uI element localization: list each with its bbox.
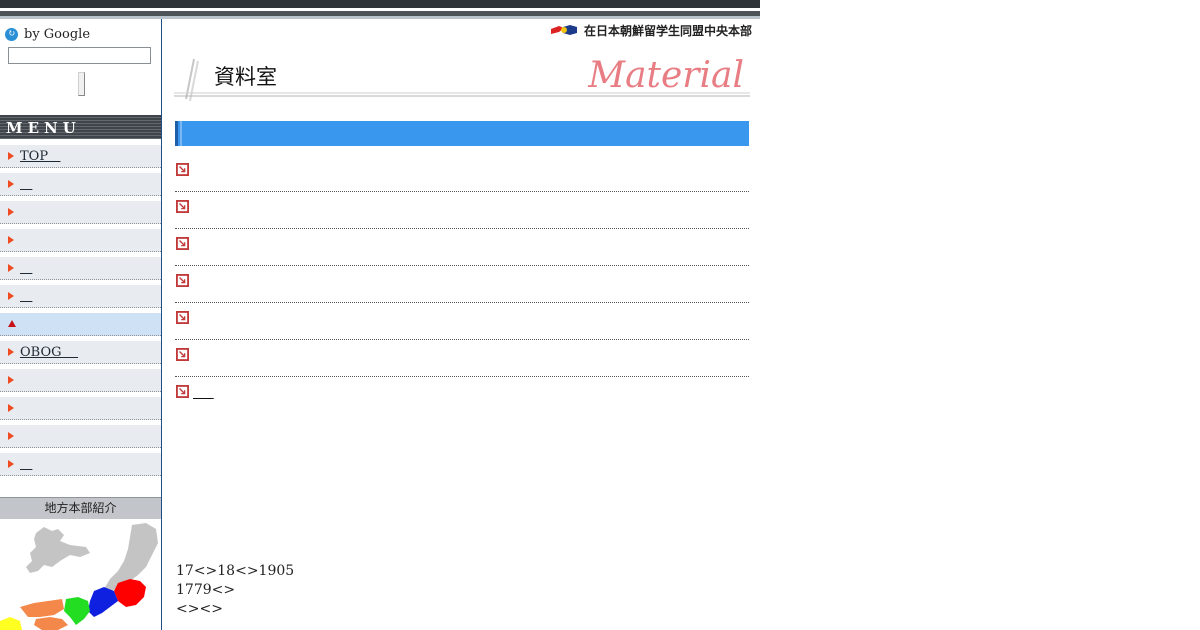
menu-item-label[interactable] [20,177,32,192]
google-icon: ↻ [5,27,18,41]
menu-item[interactable] [0,173,161,196]
org-logo-icon [551,25,577,35]
top-bar-stripe [0,0,760,8]
org-name: 在日本朝鮮留学生同盟中央本部 [584,23,753,38]
document-item[interactable] [175,266,749,303]
search-label: by Google [24,26,91,42]
map-region-hokkaido [26,527,90,573]
menu-item[interactable] [0,201,161,224]
arrow-right-icon [8,180,14,188]
arrow-right-icon [8,208,14,216]
map-region-chugoku [20,599,64,617]
menu-item[interactable] [0,453,161,476]
menu-item[interactable] [0,285,161,308]
document-item[interactable] [175,155,749,192]
page-title: 資料室 [214,65,277,89]
menu-item[interactable] [0,229,161,252]
link-arrow-icon [176,385,189,398]
map-region-shikoku [34,617,68,630]
menu-item-label[interactable] [20,289,32,304]
menu-item[interactable] [0,397,161,420]
arrow-right-icon [8,404,14,412]
footer-line: <><> [176,601,223,617]
menu-item-top[interactable]: TOP [0,145,161,168]
arrow-right-icon [8,348,14,356]
document-list [175,155,749,414]
menu-header: MENU [0,115,161,139]
link-arrow-icon [176,311,189,324]
menu-item[interactable] [0,369,161,392]
menu-item[interactable] [0,257,161,280]
map-region-kanto [114,579,146,607]
menu-item[interactable] [0,425,161,448]
arrow-right-icon [8,432,14,440]
map-region-chubu [88,587,118,617]
search-label-row: ↻ by Google [5,26,90,42]
menu-item-label[interactable]: OBOG [20,345,78,360]
document-item-label[interactable] [193,386,214,401]
link-arrow-icon [176,274,189,287]
arrow-right-icon [8,292,14,300]
left-sidebar: ↻ by Google MENU TOP OBOG 地方本部紹介 [0,19,162,630]
menu-header-label: MENU [6,119,81,137]
menu-item-active[interactable] [0,313,161,336]
arrow-right-icon [8,460,14,468]
regional-header: 地方本部紹介 [0,497,161,519]
footer-line: 1779<> [176,582,236,598]
footer-text: 17<>18<>1905 1779<> <><> [176,562,294,619]
document-item[interactable] [175,377,749,414]
page-title-bar: 資料室 Material [172,55,752,103]
page-title-en: Material [588,55,744,96]
bar-stripe [180,121,182,146]
top-decorative-bar [0,0,760,19]
document-item[interactable] [175,192,749,229]
link-arrow-icon [176,348,189,361]
arrow-up-icon [8,320,16,327]
document-item[interactable] [175,340,749,377]
search-button[interactable] [78,72,85,96]
footer-line: 17<>18<>1905 [176,563,295,579]
menu-item-label[interactable]: TOP [20,149,60,164]
menu-item-label[interactable] [20,457,32,472]
link-arrow-icon [176,200,189,213]
map-region-kinki [64,597,90,625]
japan-map[interactable] [0,521,161,630]
menu-item-obog[interactable]: OBOG [0,341,161,364]
menu-item-label[interactable] [20,261,32,276]
link-arrow-icon [176,163,189,176]
menu-list: TOP OBOG [0,145,161,481]
arrow-right-icon [8,236,14,244]
search-input[interactable] [8,47,151,64]
arrow-right-icon [8,152,14,160]
section-header-bar [175,121,749,146]
document-item[interactable] [175,229,749,266]
regional-header-label: 地方本部紹介 [44,501,117,515]
arrow-right-icon [8,376,14,384]
link-arrow-icon [176,237,189,250]
document-item[interactable] [175,303,749,340]
arrow-right-icon [8,264,14,272]
map-region-kyushu [0,617,22,630]
org-header: 在日本朝鮮留学生同盟中央本部 [550,21,752,39]
bar-stripe [175,121,178,146]
